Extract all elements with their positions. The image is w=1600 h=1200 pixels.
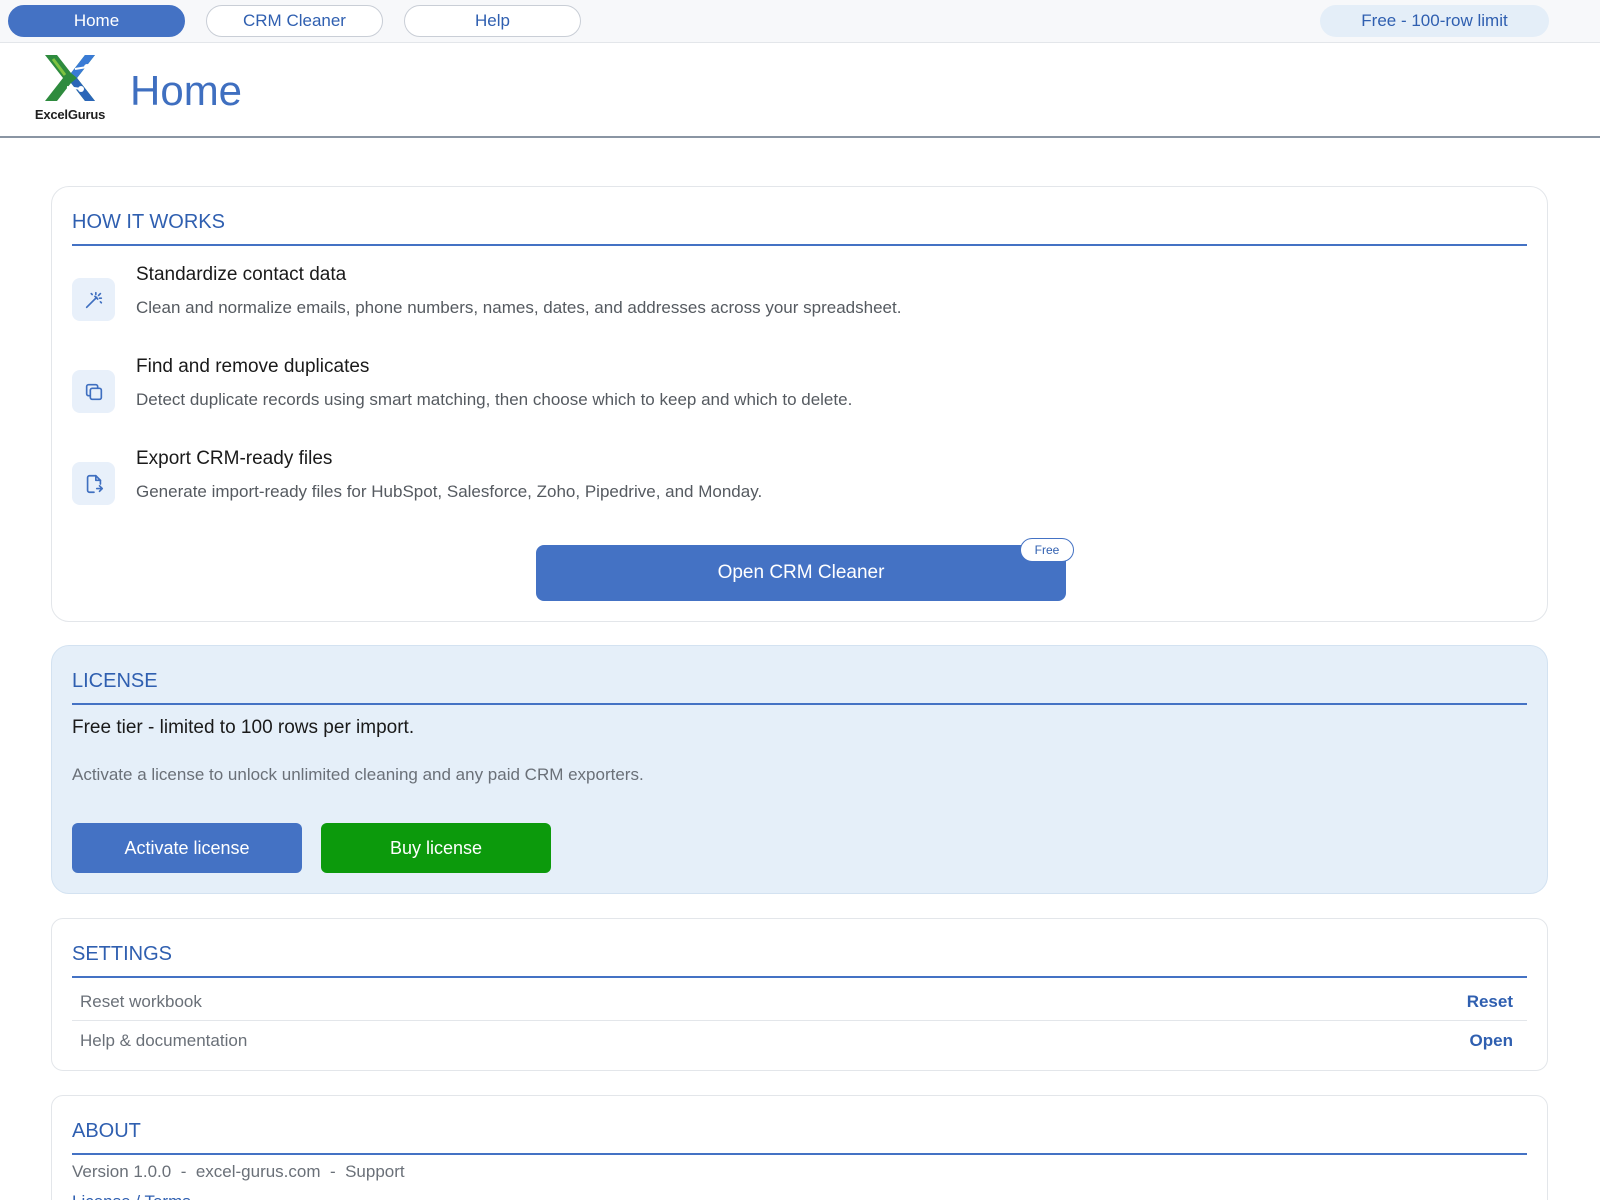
activate-license-button[interactable]: Activate license — [72, 823, 302, 873]
license-title: LICENSE — [72, 670, 1527, 705]
magic-wand-icon — [72, 278, 115, 321]
feature-desc: Generate import-ready files for HubSpot,… — [136, 482, 763, 501]
feature-title: Standardize contact data — [136, 264, 347, 285]
nav-crm-cleaner-tab[interactable]: CRM Cleaner — [206, 5, 383, 37]
about-line: Version 1.0.0 - excel-gurus.com - Suppor… — [72, 1162, 405, 1182]
logo-text: ExcelGurus — [34, 107, 106, 122]
settings-label: Help & documentation — [80, 1031, 248, 1050]
feature-desc: Clean and normalize emails, phone number… — [136, 298, 902, 317]
how-it-works-card: HOW IT WORKS Standardize contact data Cl… — [51, 186, 1548, 622]
feature-desc: Detect duplicate records using smart mat… — [136, 390, 853, 409]
about-card: ABOUT Version 1.0.0 - excel-gurus.com - … — [51, 1095, 1548, 1200]
top-nav: Home CRM Cleaner Help Free - 100-row lim… — [0, 0, 1600, 43]
settings-card: SETTINGS Reset workbook Reset Help & doc… — [51, 918, 1548, 1071]
feature-standardize: Standardize contact data Clean and norma… — [72, 264, 1527, 334]
license-card: LICENSE Free tier - limited to 100 rows … — [51, 645, 1548, 894]
page-title: Home — [130, 67, 243, 114]
separator: - — [171, 1162, 196, 1181]
separator: - — [320, 1162, 346, 1181]
reset-link[interactable]: Reset — [1467, 992, 1527, 1012]
how-it-works-title: HOW IT WORKS — [72, 211, 1527, 246]
duplicate-icon — [72, 370, 115, 413]
settings-label: Reset workbook — [80, 991, 202, 1011]
about-title: ABOUT — [72, 1120, 1527, 1155]
feature-title: Export CRM-ready files — [136, 448, 333, 469]
settings-row-reset: Reset workbook Reset — [72, 983, 1527, 1021]
open-crm-cleaner-button[interactable]: Open CRM Cleaner — [536, 545, 1066, 601]
page-header: ExcelGurus Home — [0, 43, 1600, 138]
license-status: Free tier - limited to 100 rows per impo… — [72, 717, 415, 738]
file-export-icon — [72, 462, 115, 505]
site-link[interactable]: excel-gurus.com — [196, 1162, 321, 1181]
feature-title: Find and remove duplicates — [136, 356, 370, 377]
settings-row-help: Help & documentation Open — [72, 1022, 1527, 1060]
feature-export: Export CRM-ready files Generate import-r… — [72, 448, 1527, 518]
support-link[interactable]: Support — [345, 1162, 405, 1181]
license-note: Activate a license to unlock unlimited c… — [72, 765, 644, 784]
nav-help-tab[interactable]: Help — [404, 5, 581, 37]
tier-badge: Free - 100-row limit — [1320, 5, 1549, 37]
logo: ExcelGurus — [28, 53, 112, 123]
license-terms-link[interactable]: License / Terms — [72, 1192, 191, 1200]
settings-title: SETTINGS — [72, 943, 1527, 978]
free-badge: Free — [1020, 538, 1074, 562]
feature-duplicates: Find and remove duplicates Detect duplic… — [72, 356, 1527, 426]
version-text: Version 1.0.0 — [72, 1162, 172, 1181]
excelgurus-logo-icon — [45, 55, 95, 101]
buy-license-button[interactable]: Buy license — [321, 823, 551, 873]
nav-home-tab[interactable]: Home — [8, 5, 185, 37]
open-help-link[interactable]: Open — [1470, 1031, 1527, 1051]
